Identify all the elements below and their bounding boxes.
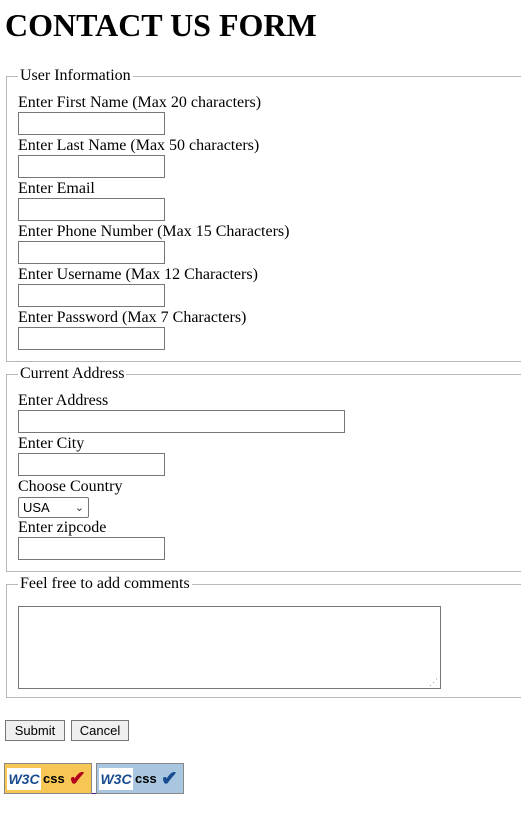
address-input[interactable] (18, 410, 345, 433)
css-label: css (135, 771, 157, 786)
first-name-label: Enter First Name (Max 20 characters) (18, 94, 262, 111)
phone-input[interactable] (18, 241, 165, 264)
user-information-legend: User Information (18, 67, 133, 85)
comments-legend: Feel free to add comments (18, 575, 192, 593)
last-name-input[interactable] (18, 155, 165, 178)
user-information-fieldset: User Information Enter First Name (Max 2… (6, 67, 521, 362)
resize-grip-icon[interactable]: ⋰ (429, 677, 439, 687)
city-input[interactable] (18, 453, 165, 476)
comments-fieldset: Feel free to add comments ⋰ (6, 575, 521, 698)
country-selected-value: USA (23, 500, 50, 515)
w3c-logo-icon: W3C (99, 768, 133, 790)
first-name-input[interactable] (18, 112, 165, 135)
address-label: Enter Address (18, 392, 109, 409)
current-address-legend: Current Address (18, 365, 127, 383)
checkmark-icon: ✔ (69, 768, 86, 790)
css-label: css (43, 771, 65, 786)
city-label: Enter City (18, 435, 85, 452)
checkmark-icon: ✔ (161, 768, 178, 790)
w3c-logo-icon: W3C (7, 768, 41, 790)
password-input[interactable] (18, 327, 165, 350)
username-label: Enter Username (Max 12 Characters) (18, 266, 258, 283)
country-select[interactable]: USA ⌄ (18, 497, 89, 518)
submit-button[interactable]: Submit (5, 720, 65, 741)
cancel-button[interactable]: Cancel (71, 720, 129, 741)
username-input[interactable] (18, 284, 165, 307)
phone-label: Enter Phone Number (Max 15 Characters) (18, 223, 290, 240)
current-address-fieldset: Current Address Enter Address Enter City… (6, 365, 521, 572)
last-name-label: Enter Last Name (Max 50 characters) (18, 137, 260, 154)
zipcode-input[interactable] (18, 537, 165, 560)
password-label: Enter Password (Max 7 Characters) (18, 309, 247, 326)
email-input[interactable] (18, 198, 165, 221)
comments-textarea[interactable] (18, 606, 441, 689)
zipcode-label: Enter zipcode (18, 519, 107, 536)
page-title: CONTACT US FORM (5, 7, 317, 43)
chevron-down-icon: ⌄ (74, 502, 84, 514)
country-label: Choose Country (18, 478, 123, 495)
w3c-css-badge-valid[interactable]: W3C css ✔ (4, 763, 92, 794)
w3c-css-badge-valid-blue[interactable]: W3C css ✔ (96, 763, 184, 794)
email-label: Enter Email (18, 180, 95, 197)
